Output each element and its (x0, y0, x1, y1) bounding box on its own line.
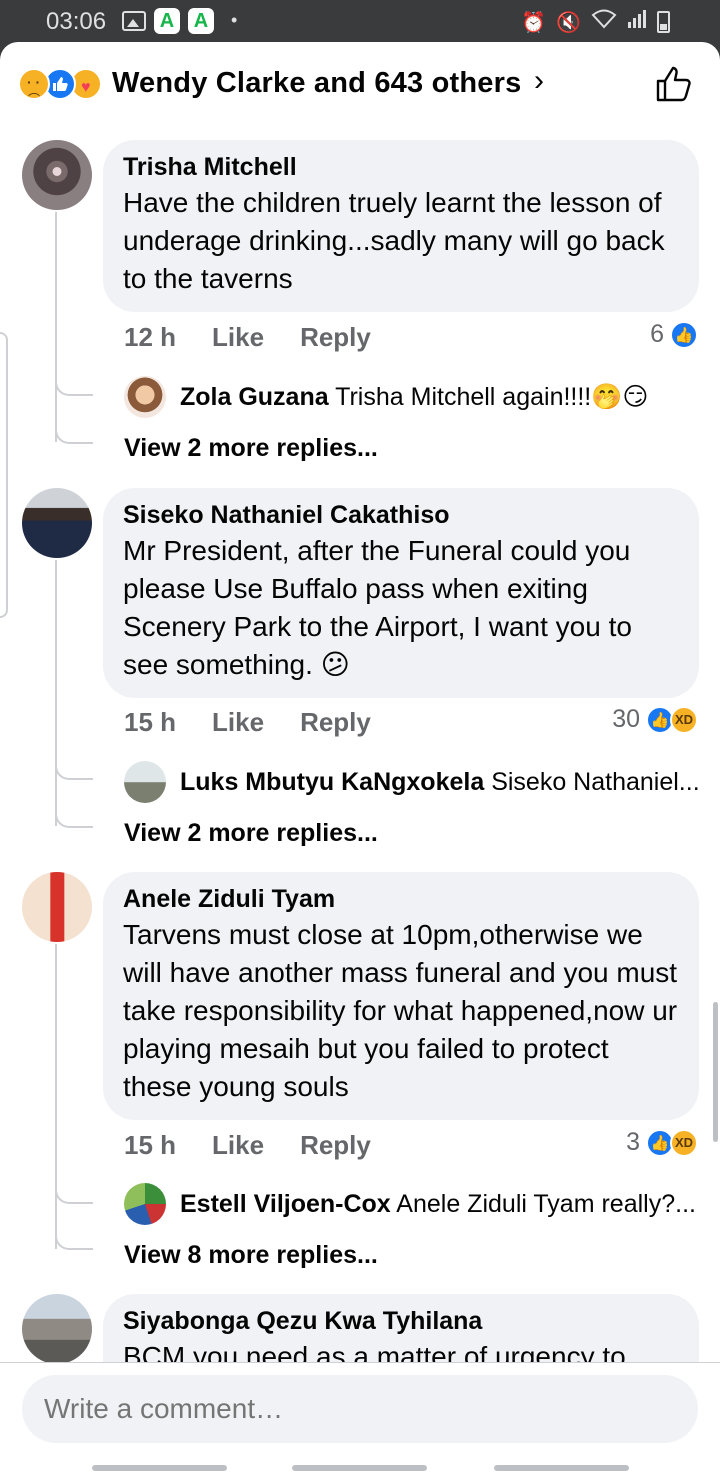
reply-button[interactable]: Reply (300, 707, 371, 738)
app-notification-icon: A (154, 8, 180, 34)
comment-author[interactable]: Siseko Nathaniel Cakathiso (123, 500, 679, 530)
reply-button[interactable]: Reply (300, 322, 371, 353)
reaction-count[interactable]: 6 👍 (650, 320, 698, 349)
battery-icon (657, 11, 670, 33)
reply-preview[interactable]: Luks Mbutyu KaNgxokela Siseko Nathaniel.… (124, 761, 704, 803)
reply-text: Trisha Mitchell again!!!!🤭😏 (335, 383, 649, 411)
sad-reaction-icon (18, 68, 50, 100)
comment-author[interactable]: Trisha Mitchell (123, 152, 679, 182)
gallery-icon (122, 11, 146, 31)
avatar[interactable] (22, 1294, 92, 1364)
comment-author[interactable]: Siyabonga Qezu Kwa Tyhilana (123, 1306, 679, 1336)
mute-icon: 🔇 (556, 11, 581, 34)
thread-branch (55, 752, 93, 780)
reaction-count-value: 30 (612, 705, 640, 733)
like-button[interactable]: Like (212, 322, 264, 353)
thread-branch (55, 368, 93, 396)
reply-author[interactable]: Luks Mbutyu KaNgxokela (180, 768, 484, 796)
avatar[interactable] (22, 488, 92, 558)
reactors-title[interactable]: Wendy Clarke and 643 others (112, 67, 521, 100)
avatar[interactable] (124, 376, 166, 418)
view-more-replies-button[interactable]: View 2 more replies... (124, 819, 378, 848)
comment-bubble[interactable]: Siseko Nathaniel Cakathiso Mr President,… (103, 488, 699, 698)
like-reaction-icon: 👍 (670, 320, 698, 349)
comment-text: Have the children truely learnt the less… (123, 187, 665, 294)
avatar[interactable] (22, 872, 92, 942)
alarm-icon: ⏰ (521, 11, 547, 34)
nav-back-handle[interactable] (494, 1465, 629, 1471)
comment-actions: 15 h Like Reply (124, 1130, 407, 1161)
comment-text: Tarvens must close at 10pm,otherwise we … (123, 919, 678, 1102)
avatar[interactable] (124, 761, 166, 803)
reaction-count[interactable]: 3 👍 XD (626, 1128, 698, 1157)
comment-actions: 12 h Like Reply (124, 322, 407, 353)
comment-time: 15 h (124, 1130, 177, 1160)
view-more-replies-button[interactable]: View 8 more replies... (124, 1241, 378, 1270)
thumbs-up-outline-icon[interactable] (654, 64, 694, 104)
chevron-right-icon[interactable]: › (534, 64, 544, 98)
reaction-summary[interactable] (18, 68, 102, 100)
view-more-replies-button[interactable]: View 2 more replies... (124, 434, 378, 463)
reply-text: Anele Ziduli Tyam really?... (396, 1189, 696, 1218)
thread-line (55, 560, 57, 826)
status-icons: ⏰ 🔇 (521, 9, 670, 35)
scrollbar[interactable] (713, 1002, 718, 1142)
thread-branch (55, 416, 93, 444)
nav-home-handle[interactable] (292, 1465, 427, 1471)
comment-text: Mr President, after the Funeral could yo… (123, 535, 632, 680)
comment-time: 15 h (124, 707, 177, 737)
reply-text: Siseko Nathaniel... (491, 767, 700, 796)
app-notification-icon: A (188, 8, 214, 34)
comment-composer (0, 1362, 720, 1480)
thread-line (55, 212, 57, 442)
reaction-count[interactable]: 30 👍 XD (612, 705, 698, 734)
reply-button[interactable]: Reply (300, 1130, 371, 1161)
avatar[interactable] (124, 1183, 166, 1225)
reply-preview[interactable]: Estell Viljoen-Cox Anele Ziduli Tyam rea… (124, 1183, 704, 1225)
status-time: 03:06 (46, 8, 107, 35)
signal-icon (627, 9, 647, 35)
haha-reaction-icon: XD (670, 705, 698, 734)
status-bar: 03:06 A A • ⏰ 🔇 (0, 0, 720, 42)
comments-sheet: Wendy Clarke and 643 others › Trisha Mit… (0, 42, 720, 1480)
reaction-count-value: 3 (626, 1128, 640, 1156)
avatar[interactable] (22, 140, 92, 210)
reply-author[interactable]: Zola Guzana (180, 383, 329, 411)
thread-branch (55, 1176, 93, 1204)
comment-author[interactable]: Anele Ziduli Tyam (123, 884, 679, 914)
thread-branch (55, 1222, 93, 1250)
comment-time: 12 h (124, 322, 177, 352)
reply-preview[interactable]: Zola Guzana Trisha Mitchell again!!!!🤭😏 (124, 376, 704, 418)
like-button[interactable]: Like (212, 1130, 264, 1161)
like-button[interactable]: Like (212, 707, 264, 738)
thread-branch (55, 800, 93, 828)
more-notifications-dot: • (231, 9, 238, 30)
reactions-header[interactable]: Wendy Clarke and 643 others › (0, 42, 720, 128)
haha-reaction-icon: XD (670, 1128, 698, 1157)
comment-bubble[interactable]: Anele Ziduli Tyam Tarvens must close at … (103, 872, 699, 1120)
write-comment-input[interactable] (22, 1375, 698, 1443)
reaction-count-value: 6 (650, 320, 664, 348)
comment-actions: 15 h Like Reply (124, 707, 407, 738)
comment-bubble[interactable]: Trisha Mitchell Have the children truely… (103, 140, 699, 312)
reply-author[interactable]: Estell Viljoen-Cox (180, 1190, 391, 1218)
wifi-icon (591, 9, 617, 35)
thread-line (55, 944, 57, 1249)
side-edge-handle[interactable] (0, 332, 8, 618)
nav-recent-apps-handle[interactable] (92, 1465, 227, 1471)
